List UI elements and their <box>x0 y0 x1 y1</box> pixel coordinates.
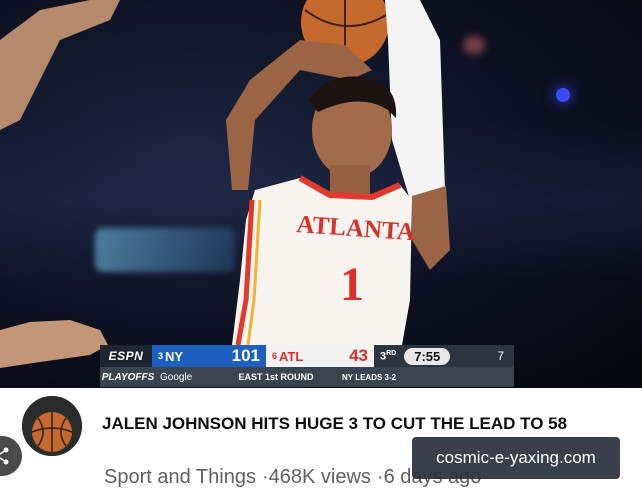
network-logo: ESPN <box>100 345 152 367</box>
playoffs-logo: PLAYOFFS <box>101 371 155 383</box>
home-seed: 6 <box>272 351 278 361</box>
share-icon <box>0 447 9 465</box>
away-team: NY <box>165 348 184 364</box>
away-score: 101 <box>231 346 260 365</box>
video-thumbnail[interactable]: ATLANTA 1 ESPN 3 NY 101 6 ATL 43 3RD 7:5… <box>0 0 642 388</box>
home-team: ATL <box>279 348 304 364</box>
away-seed: 3 <box>158 351 164 361</box>
sponsor-logo: Google <box>160 371 193 383</box>
shot-clock: 7 <box>497 349 504 363</box>
series-status: NY LEADS 3-2 <box>342 372 397 382</box>
basketball-icon <box>22 396 82 456</box>
jersey-number: 1 <box>340 258 364 311</box>
round-label: EAST 1st ROUND <box>238 372 314 382</box>
home-score: 43 <box>349 346 368 365</box>
game-clock-panel: 3RD 7:55 7 <box>374 345 514 367</box>
player-shooting-image: ATLANTA 1 <box>0 0 450 368</box>
home-team-panel: 6 ATL 43 <box>266 345 374 367</box>
watermark-overlay: cosmic-e-yaxing.com <box>412 437 620 479</box>
view-count: 468K views <box>268 466 371 488</box>
away-team-panel: 3 NY 101 <box>152 345 266 367</box>
channel-avatar[interactable] <box>22 396 82 456</box>
separator: · <box>376 466 384 488</box>
period: 3RD <box>380 349 397 363</box>
video-title[interactable]: JALEN JOHNSON HITS HUGE 3 TO CUT THE LEA… <box>102 414 632 434</box>
scoreboard: ESPN 3 NY 101 6 ATL 43 3RD 7:55 7 PLAYOF… <box>100 345 514 387</box>
game-clock: 7:55 <box>404 347 451 365</box>
separator: · <box>261 466 269 488</box>
channel-name[interactable]: Sport and Things <box>104 466 256 488</box>
